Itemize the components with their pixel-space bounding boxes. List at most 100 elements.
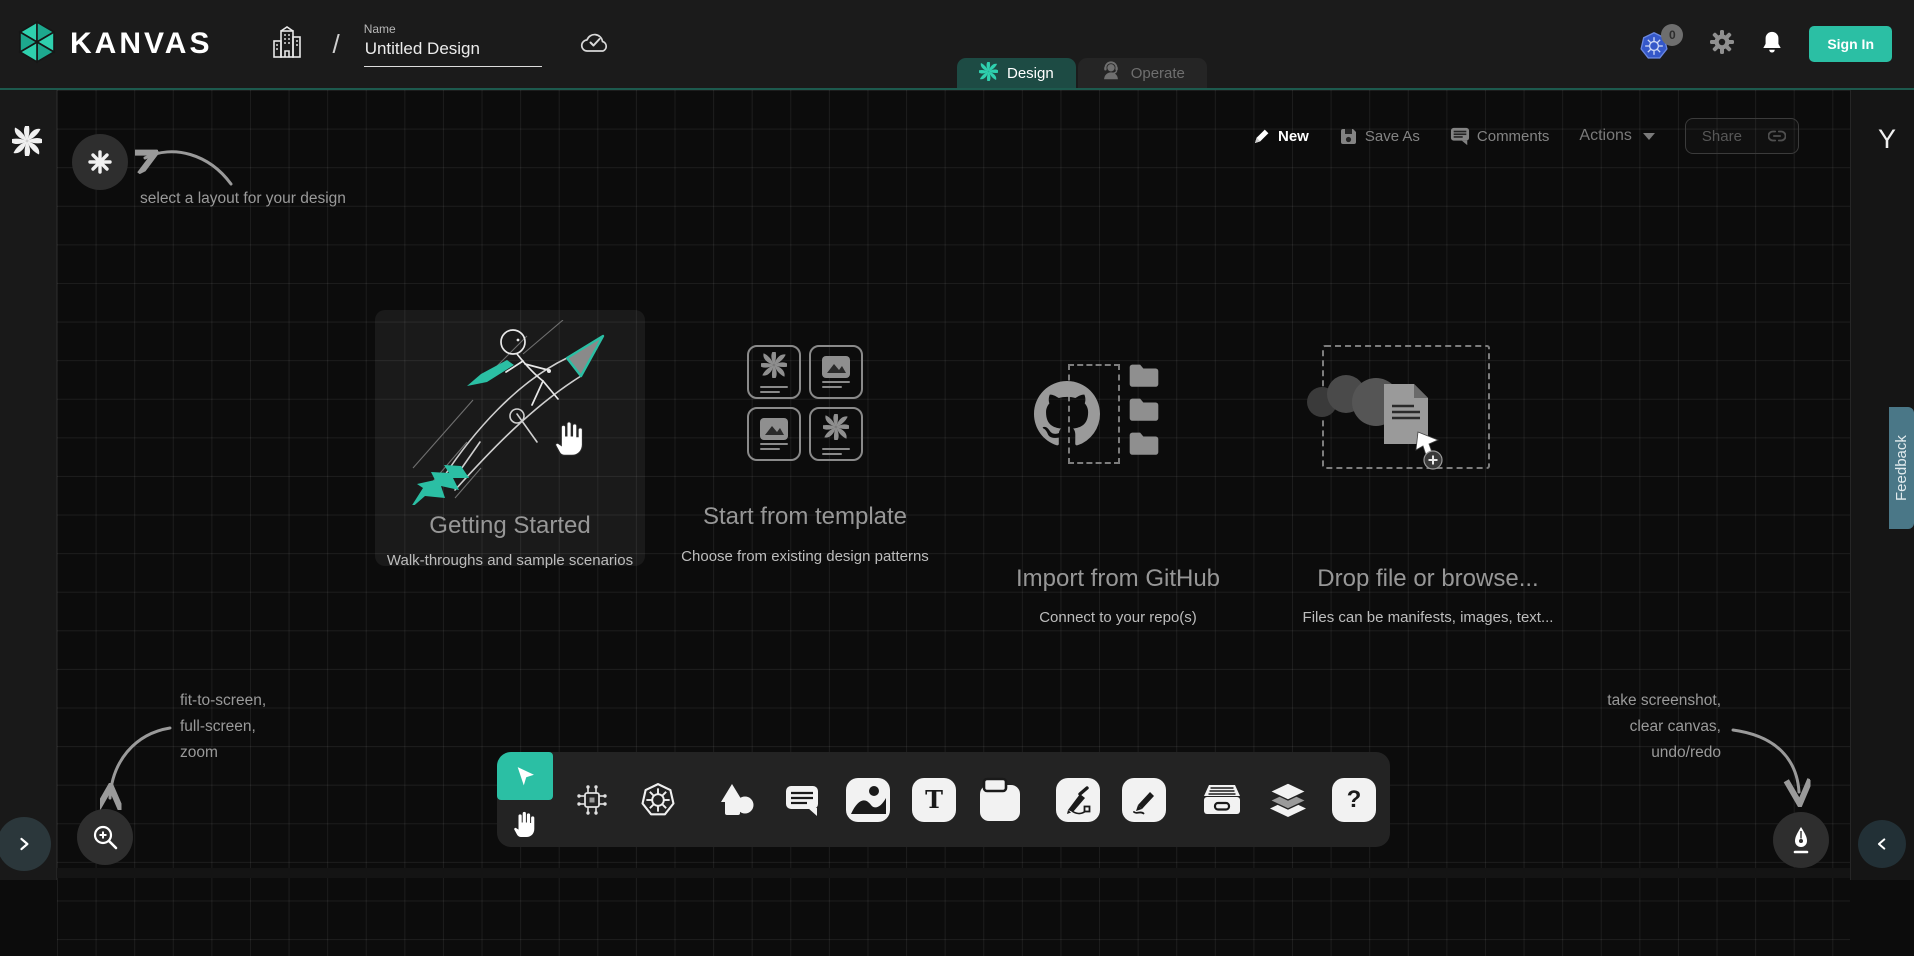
template-tile-image	[809, 345, 863, 399]
import-from-github-card[interactable]: Import from GitHub Connect to your repo(…	[985, 340, 1251, 626]
notifications-bell-icon[interactable]	[1761, 30, 1783, 59]
text-tool-button[interactable]: T	[901, 778, 967, 822]
comment-bubble-icon	[784, 782, 820, 818]
drop-file-card[interactable]: Drop file or browse... Files can be mani…	[1278, 340, 1578, 626]
screenshot-hint-arrow	[1725, 722, 1815, 807]
image-tool-button[interactable]	[835, 778, 901, 822]
hint-line: take screenshot,	[1607, 688, 1721, 714]
shapes-icon	[718, 782, 754, 818]
breadcrumb-separator: /	[332, 29, 339, 60]
brand-wordmark: KANVAS	[70, 27, 212, 61]
getting-started-card[interactable]: Getting Started Walk-throughs and sample…	[375, 310, 645, 566]
cursor-arrow-icon	[512, 763, 538, 789]
asterisk-icon	[87, 149, 113, 175]
flip-y-icon[interactable]: Y	[1878, 124, 1896, 155]
layers-icon	[1268, 782, 1308, 818]
pen-path-icon	[1063, 785, 1093, 815]
pen-tool-button[interactable]	[1045, 778, 1111, 822]
comments-label: Comments	[1477, 128, 1550, 145]
chevron-down-icon	[1643, 133, 1655, 140]
note-tool-button[interactable]	[967, 777, 1033, 823]
card-title: Getting Started	[375, 512, 645, 540]
sign-in-button[interactable]: Sign In	[1809, 26, 1892, 62]
hint-line: full-screen,	[180, 714, 266, 740]
credits-count-badge: 0	[1661, 24, 1683, 46]
hand-icon	[512, 809, 538, 839]
shapes-tool-button[interactable]	[703, 782, 769, 818]
magnifier-plus-icon	[91, 823, 119, 851]
bottom-edge-strip	[57, 868, 1850, 878]
card-subtitle: Files can be manifests, images, text...	[1278, 609, 1578, 626]
pencil-sketch-icon	[1129, 785, 1159, 815]
help-tool-button[interactable]: ?	[1321, 778, 1387, 822]
card-title: Start from template	[670, 503, 940, 531]
hint-line: clear canvas,	[1607, 714, 1721, 740]
card-subtitle: Connect to your repo(s)	[985, 609, 1251, 626]
layout-hint-text: select a layout for your design	[140, 186, 346, 212]
canvas-actions-bar: New Save As Comments Actions Share	[1253, 118, 1799, 154]
component-tool-button[interactable]	[559, 783, 625, 817]
screenshot-hint-text: take screenshot, clear canvas, undo/redo	[1607, 688, 1721, 766]
component-node-icon	[575, 783, 609, 817]
organization-icon[interactable]	[272, 25, 302, 64]
layout-selector-button[interactable]	[72, 134, 128, 190]
comment-tool-button[interactable]	[769, 782, 835, 818]
card-title: Import from GitHub	[985, 565, 1251, 593]
question-mark-glyph: ?	[1347, 786, 1362, 814]
screenshot-tools-button[interactable]	[1773, 812, 1829, 868]
image-placeholder-icon	[822, 356, 850, 378]
layers-tool-button[interactable]	[1255, 782, 1321, 818]
comments-icon	[1450, 127, 1470, 146]
sketch-tool-button[interactable]	[1111, 778, 1177, 822]
template-tile-swirl	[809, 407, 863, 461]
mode-tabs: Design Operate	[957, 58, 1207, 88]
comments-button[interactable]: Comments	[1450, 127, 1550, 146]
pencil-icon	[1253, 127, 1271, 145]
repo-folder-icon	[1128, 396, 1160, 427]
zoom-hint-arrow	[100, 722, 178, 810]
tab-design[interactable]: Design	[957, 58, 1076, 88]
share-label: Share	[1702, 128, 1742, 145]
hint-line: zoom	[180, 740, 266, 766]
settings-gear-icon[interactable]	[1709, 29, 1735, 60]
kanvas-logo-icon[interactable]	[14, 19, 60, 70]
design-name-field: Name	[364, 22, 542, 67]
template-tiles	[670, 345, 940, 461]
card-title: Drop file or browse...	[1278, 565, 1578, 593]
actions-dropdown[interactable]: Actions	[1579, 127, 1654, 145]
expand-right-panel-button[interactable]	[1858, 820, 1906, 868]
chevron-right-icon	[13, 833, 35, 855]
card-subtitle: Walk-throughs and sample scenarios	[375, 552, 645, 569]
kubernetes-wheel-icon	[640, 782, 676, 818]
repo-folder-icon	[1128, 362, 1160, 393]
hand-cursor-icon	[552, 418, 588, 458]
layout-hint-arrow	[135, 142, 237, 190]
design-swirl-icon	[979, 62, 998, 85]
template-tile-image	[747, 407, 801, 461]
start-from-template-card[interactable]: Start from template Choose from existing…	[670, 340, 940, 565]
image-placeholder-icon	[760, 418, 788, 440]
zoom-controls-button[interactable]	[77, 809, 133, 865]
tab-operate-label: Operate	[1131, 65, 1185, 82]
rocket-illustration	[395, 320, 625, 505]
pan-tool-button[interactable]	[497, 800, 553, 847]
credits-indicator[interactable]: 0	[1639, 28, 1683, 60]
github-octocat-icon	[1034, 381, 1100, 447]
design-name-input[interactable]	[364, 39, 542, 67]
tab-operate[interactable]: Operate	[1078, 58, 1207, 88]
feedback-tab[interactable]: Feedback	[1889, 407, 1914, 529]
chevron-left-icon	[1872, 834, 1892, 854]
save-as-label: Save As	[1365, 128, 1420, 145]
new-label: New	[1278, 128, 1309, 145]
share-button[interactable]: Share	[1685, 118, 1799, 154]
drawer-tool-button[interactable]	[1189, 784, 1255, 816]
save-icon	[1339, 127, 1358, 146]
pen-nib-icon	[1787, 825, 1815, 855]
meshery-swirl-icon[interactable]	[12, 126, 42, 161]
image-icon	[846, 778, 890, 822]
save-as-button[interactable]: Save As	[1339, 127, 1420, 146]
design-canvas[interactable]: select a layout for your design New Save…	[0, 88, 1914, 878]
kubernetes-tool-button[interactable]	[625, 782, 691, 818]
new-design-button[interactable]: New	[1253, 127, 1309, 145]
select-tool-button[interactable]	[497, 752, 553, 800]
